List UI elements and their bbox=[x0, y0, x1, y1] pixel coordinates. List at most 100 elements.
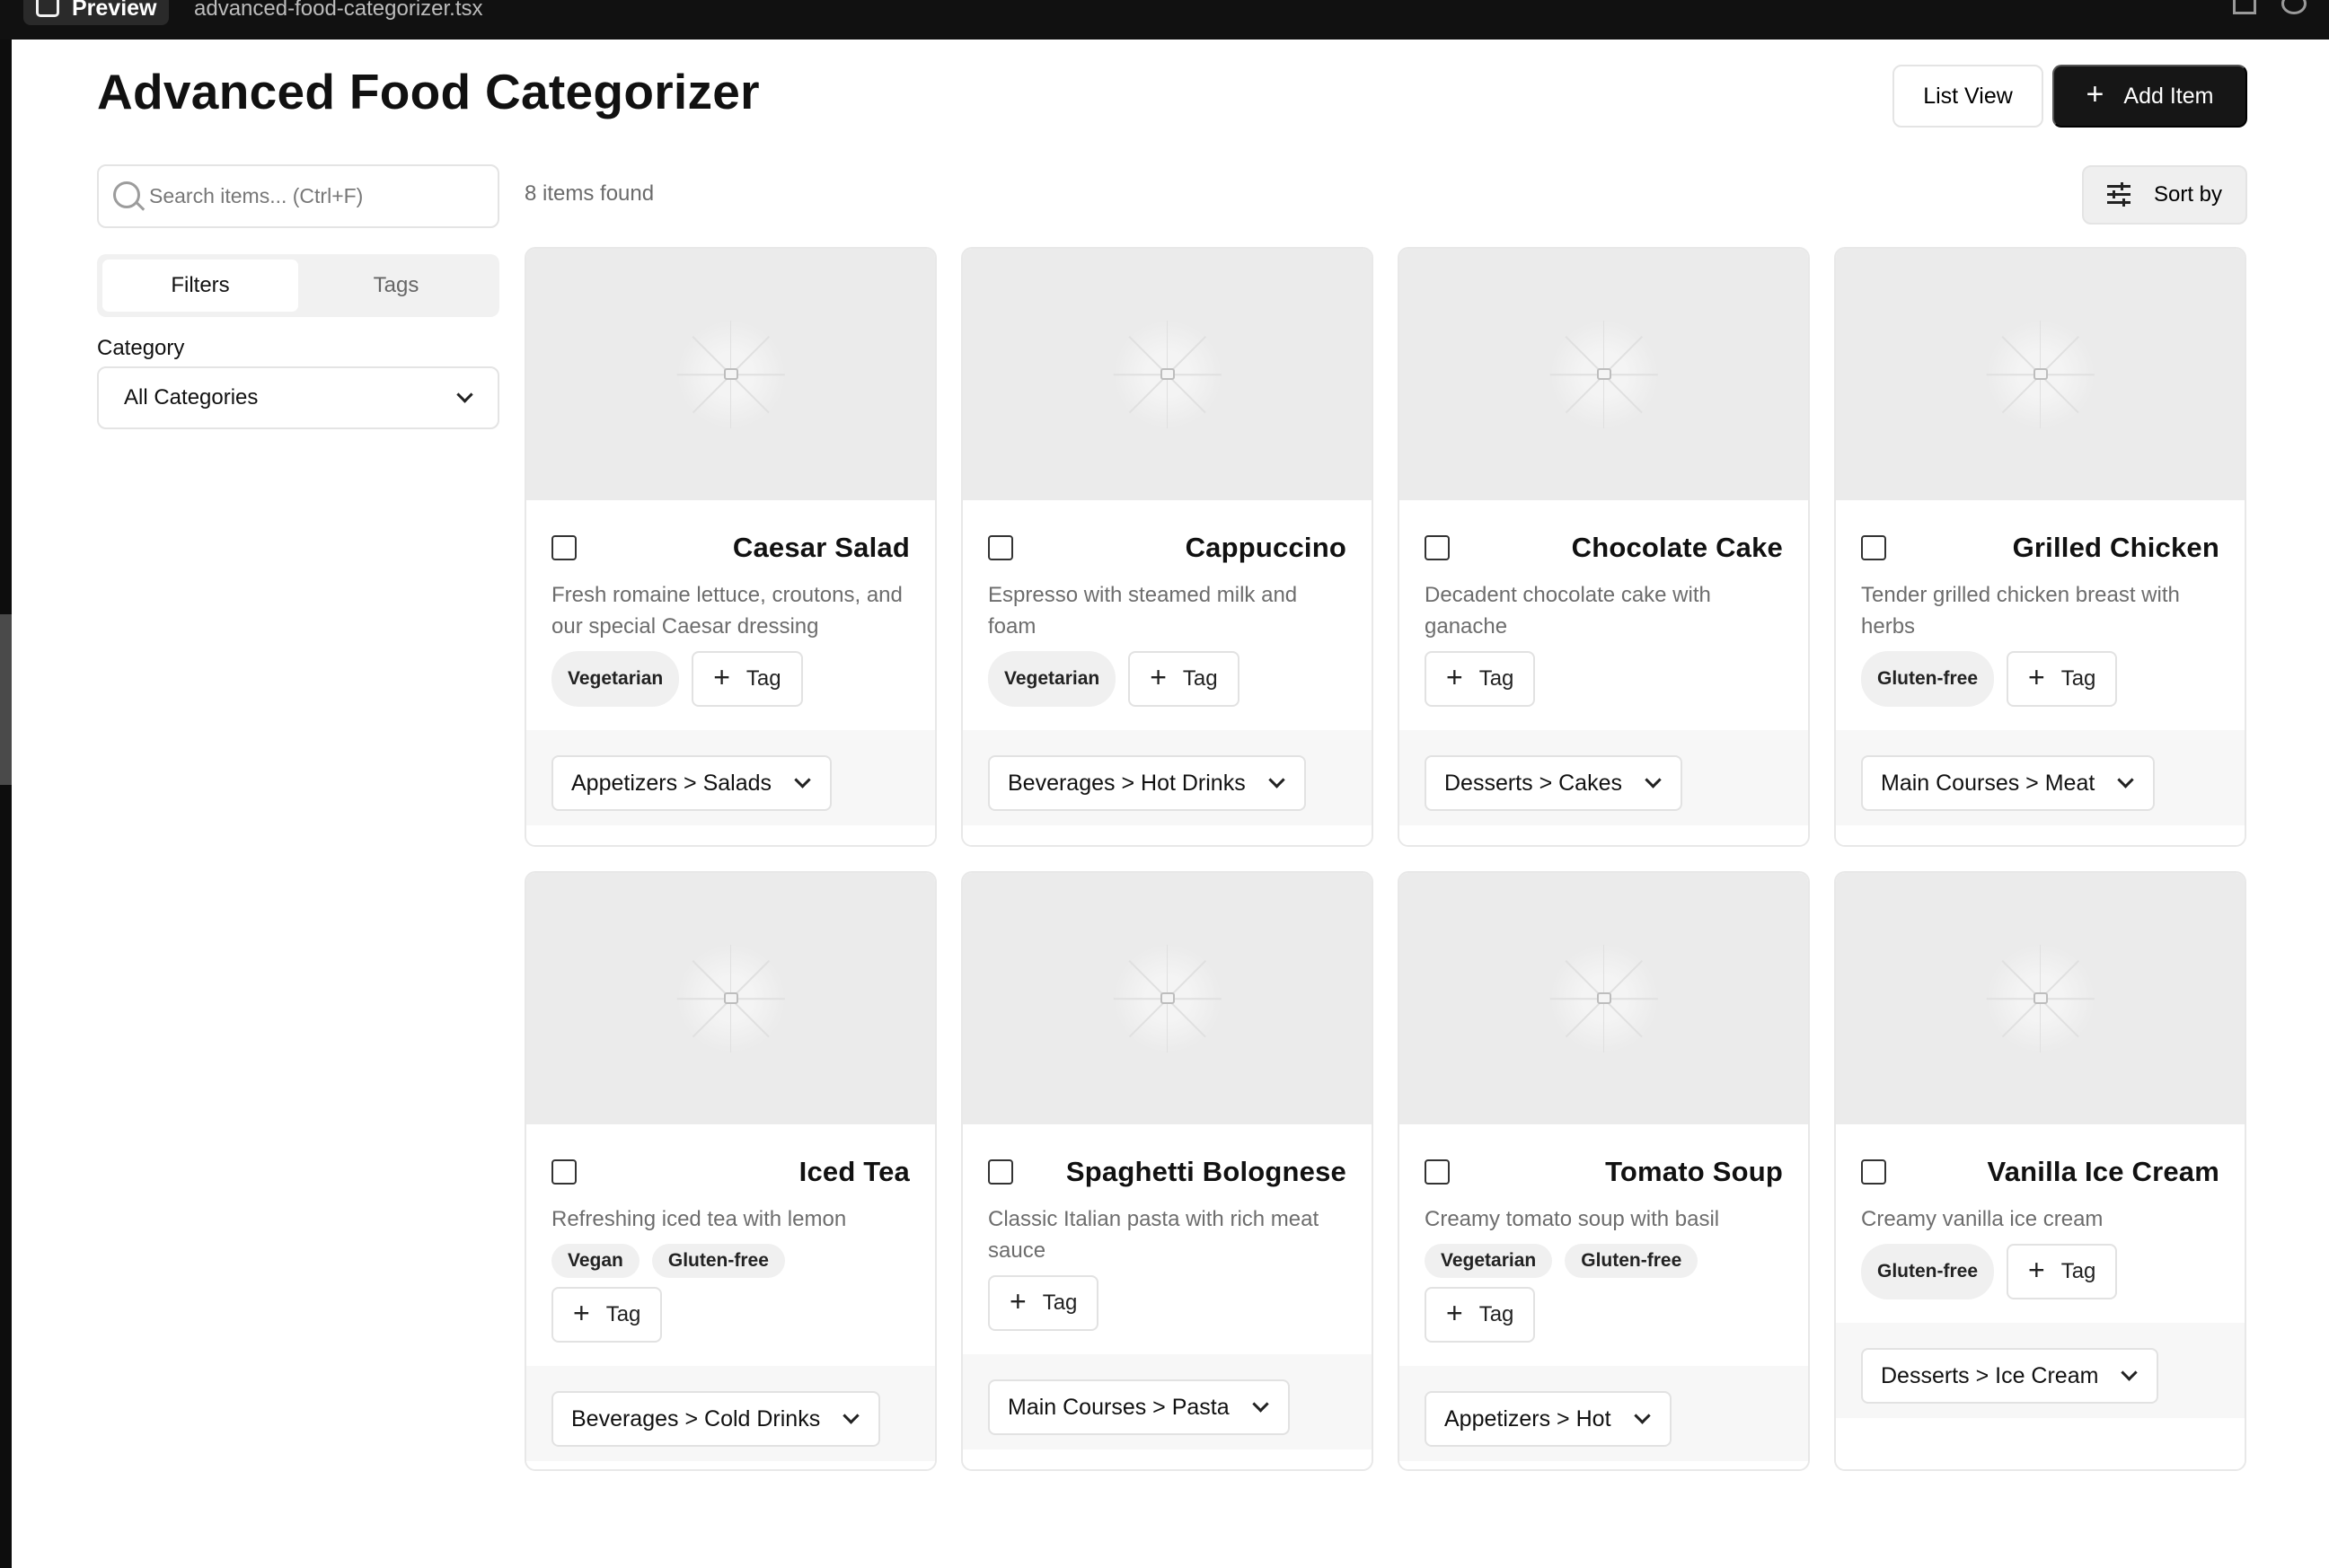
add-tag-label: Tag bbox=[1478, 1302, 1514, 1326]
item-card-body: Chocolate Cake Decadent chocolate cake w… bbox=[1399, 500, 1808, 707]
item-select-checkbox[interactable] bbox=[988, 1159, 1013, 1185]
item-description: Fresh romaine lettuce, croutons, and our… bbox=[551, 583, 903, 639]
item-card: Spaghetti Bolognese Classic Italian past… bbox=[961, 871, 1373, 1471]
category-filter-label: Category bbox=[97, 336, 185, 360]
resize-handle[interactable] bbox=[0, 614, 12, 785]
chevron-down-icon bbox=[842, 1407, 860, 1424]
tag-chip: Gluten-free bbox=[1861, 1244, 1995, 1299]
refresh-icon[interactable] bbox=[2281, 0, 2307, 14]
search-input[interactable] bbox=[149, 184, 490, 208]
item-card-body: Iced Tea Refreshing iced tea with lemon … bbox=[526, 1124, 935, 1343]
plus-icon: + bbox=[1446, 661, 1463, 693]
chevron-down-icon bbox=[2121, 1364, 2139, 1381]
category-filter-value: All Categories bbox=[124, 385, 259, 410]
image-icon bbox=[1596, 992, 1611, 1004]
plus-icon: + bbox=[1446, 1297, 1463, 1329]
item-category-select[interactable]: Desserts > Ice Cream bbox=[1861, 1348, 2159, 1404]
item-description: Decadent chocolate cake with ganache bbox=[1425, 583, 1711, 639]
add-tag-label: Tag bbox=[605, 1302, 641, 1326]
item-select-checkbox[interactable] bbox=[1861, 1159, 1886, 1185]
chevron-down-icon bbox=[1645, 771, 1662, 788]
item-category-select[interactable]: Main Courses > Pasta bbox=[988, 1379, 1290, 1435]
item-description: Tender grilled chicken breast with herbs bbox=[1861, 583, 2180, 639]
add-tag-label: Tag bbox=[1042, 1291, 1078, 1315]
tag-chip: Vegetarian bbox=[1425, 1244, 1553, 1278]
item-image-placeholder bbox=[1399, 873, 1808, 1124]
item-select-checkbox[interactable] bbox=[1425, 1159, 1450, 1185]
sort-by-button[interactable]: Sort by bbox=[2082, 165, 2247, 225]
item-image-placeholder bbox=[963, 873, 1372, 1124]
item-name: Chocolate Cake bbox=[1571, 532, 1783, 563]
plus-icon: + bbox=[713, 661, 730, 693]
page-title: Advanced Food Categorizer bbox=[97, 64, 760, 119]
sidebar-tabs: Filters Tags bbox=[97, 254, 499, 317]
image-icon bbox=[2033, 992, 2048, 1004]
item-select-checkbox[interactable] bbox=[1425, 535, 1450, 560]
item-category-select[interactable]: Appetizers > Salads bbox=[551, 755, 833, 811]
item-name: Spaghetti Bolognese bbox=[1065, 1156, 1346, 1187]
tab-tags[interactable]: Tags bbox=[298, 260, 494, 312]
tag-chip: Gluten-free bbox=[1861, 651, 1995, 707]
add-tag-button[interactable]: + Tag bbox=[1425, 1287, 1536, 1343]
plus-icon: + bbox=[1150, 661, 1167, 693]
item-category-select[interactable]: Desserts > Cakes bbox=[1425, 755, 1682, 811]
item-name: Cappuccino bbox=[1185, 532, 1346, 563]
preview-icon bbox=[36, 0, 59, 17]
add-tag-button[interactable]: + Tag bbox=[1128, 651, 1239, 707]
plus-icon: + bbox=[2086, 77, 2104, 111]
add-tag-label: Tag bbox=[745, 666, 781, 691]
item-grid: Caesar Salad Fresh romaine lettuce, crou… bbox=[525, 247, 2247, 1471]
add-tag-button[interactable]: + Tag bbox=[2007, 651, 2118, 707]
add-tag-button[interactable]: + Tag bbox=[988, 1275, 1099, 1331]
item-name: Iced Tea bbox=[798, 1156, 910, 1187]
preview-tab[interactable]: Preview bbox=[23, 0, 169, 25]
sliders-icon bbox=[2107, 182, 2131, 207]
item-category-value: Appetizers > Hot bbox=[1444, 1405, 1611, 1431]
plus-icon: + bbox=[2028, 1254, 2045, 1286]
item-description: Refreshing iced tea with lemon bbox=[551, 1207, 847, 1231]
add-tag-button[interactable]: + Tag bbox=[1425, 651, 1536, 707]
tag-chip: Gluten-free bbox=[651, 1244, 785, 1278]
add-item-label: Add Item bbox=[2123, 83, 2214, 109]
item-card-body: Spaghetti Bolognese Classic Italian past… bbox=[963, 1124, 1372, 1331]
item-description: Espresso with steamed milk and foam bbox=[988, 583, 1298, 639]
list-view-button[interactable]: List View bbox=[1892, 65, 2043, 128]
item-card-body: Grilled Chicken Tender grilled chicken b… bbox=[1836, 500, 2245, 707]
item-select-checkbox[interactable] bbox=[988, 535, 1013, 560]
chevron-down-icon bbox=[456, 386, 473, 403]
item-category-select[interactable]: Main Courses > Meat bbox=[1861, 755, 2156, 811]
add-item-button[interactable]: + Add Item bbox=[2052, 65, 2247, 128]
sort-by-label: Sort by bbox=[2154, 182, 2223, 207]
item-image-placeholder bbox=[526, 873, 935, 1124]
item-card-footer: Desserts > Ice Cream bbox=[1836, 1323, 2245, 1418]
item-select-checkbox[interactable] bbox=[1861, 535, 1886, 560]
search-icon bbox=[113, 181, 146, 212]
item-category-select[interactable]: Appetizers > Hot bbox=[1425, 1391, 1672, 1447]
item-image-placeholder bbox=[963, 249, 1372, 500]
add-tag-button[interactable]: + Tag bbox=[692, 651, 803, 707]
item-card-footer: Beverages > Hot Drinks bbox=[963, 730, 1372, 825]
add-tag-button[interactable]: + Tag bbox=[2007, 1244, 2118, 1299]
tab-filters[interactable]: Filters bbox=[102, 260, 298, 312]
item-card: Vanilla Ice Cream Creamy vanilla ice cre… bbox=[1834, 871, 2246, 1471]
plus-icon: + bbox=[2028, 661, 2045, 693]
item-card-body: Cappuccino Espresso with steamed milk an… bbox=[963, 500, 1372, 707]
item-category-value: Desserts > Ice Cream bbox=[1881, 1362, 2099, 1388]
category-filter-select[interactable]: All Categories bbox=[97, 366, 499, 429]
item-card-body: Vanilla Ice Cream Creamy vanilla ice cre… bbox=[1836, 1124, 2245, 1299]
item-select-checkbox[interactable] bbox=[551, 1159, 577, 1185]
fullscreen-icon[interactable] bbox=[2233, 0, 2256, 14]
add-tag-button[interactable]: + Tag bbox=[551, 1287, 663, 1343]
item-select-checkbox[interactable] bbox=[551, 535, 577, 560]
item-image-placeholder bbox=[1399, 249, 1808, 500]
image-icon bbox=[1160, 368, 1175, 380]
item-name: Caesar Salad bbox=[732, 532, 910, 563]
item-category-select[interactable]: Beverages > Hot Drinks bbox=[988, 755, 1306, 811]
item-name: Grilled Chicken bbox=[2012, 532, 2219, 563]
chevron-down-icon bbox=[1268, 771, 1285, 788]
search-box bbox=[97, 164, 499, 228]
plus-icon: + bbox=[573, 1297, 590, 1329]
item-category-select[interactable]: Beverages > Cold Drinks bbox=[551, 1391, 881, 1447]
item-category-value: Desserts > Cakes bbox=[1444, 770, 1622, 796]
item-card-body: Tomato Soup Creamy tomato soup with basi… bbox=[1399, 1124, 1808, 1343]
